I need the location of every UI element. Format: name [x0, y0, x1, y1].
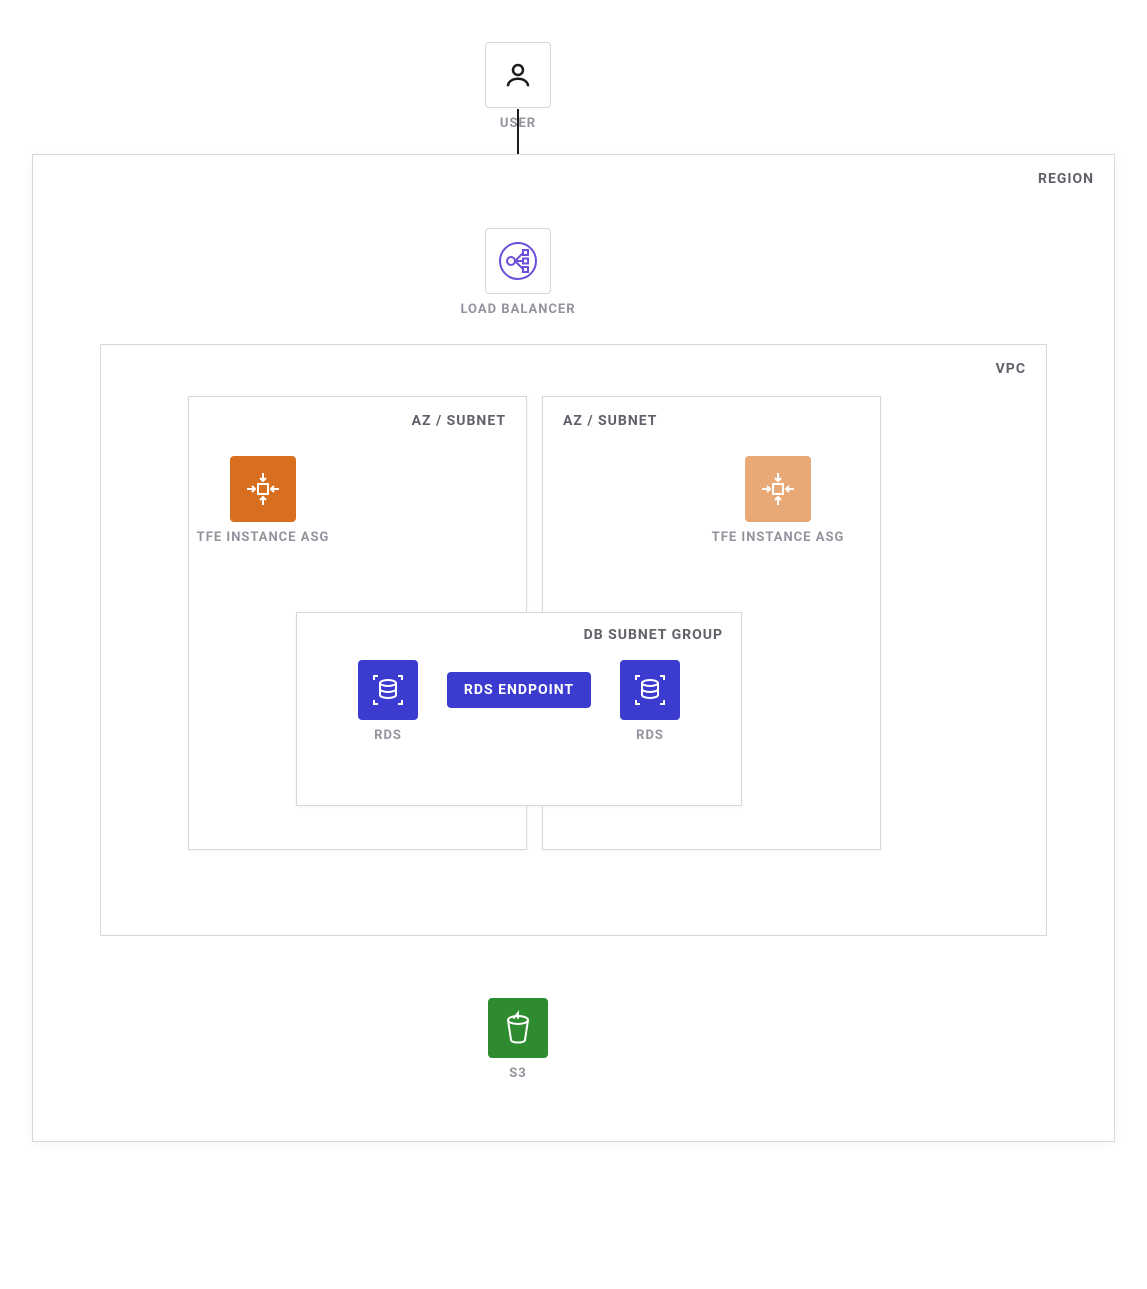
rds-icon — [620, 660, 680, 720]
region-label: REGION — [1038, 171, 1094, 187]
db-subnet-label: DB SUBNET GROUP — [584, 627, 723, 643]
user-icon — [485, 42, 551, 108]
vpc-label: VPC — [996, 361, 1026, 377]
user-label: USER — [485, 116, 551, 131]
load-balancer-node: LOAD BALANCER — [485, 228, 551, 317]
s3-bucket-icon — [488, 998, 548, 1058]
rds-left-node: RDS — [358, 660, 418, 743]
user-node: USER — [485, 42, 551, 131]
tfe-left-label: TFE INSTANCE ASG — [173, 530, 353, 545]
ec2-asg-icon — [230, 456, 296, 522]
rds-endpoint: RDS ENDPOINT — [447, 672, 591, 708]
az-right-label: AZ / SUBNET — [563, 413, 657, 429]
ec2-asg-icon-inactive — [745, 456, 811, 522]
rds-left-label: RDS — [358, 728, 418, 743]
architecture-diagram: REGION VPC AZ / SUBNET AZ / SUBNET DB SU… — [0, 0, 1147, 1289]
az-left-label: AZ / SUBNET — [412, 413, 506, 429]
s3-label: S3 — [488, 1066, 548, 1081]
rds-right-label: RDS — [620, 728, 680, 743]
tfe-right-label: TFE INSTANCE ASG — [688, 530, 868, 545]
tfe-instance-left: TFE INSTANCE ASG — [230, 456, 296, 545]
rds-icon — [358, 660, 418, 720]
s3-node: S3 — [488, 998, 548, 1081]
rds-endpoint-label: RDS ENDPOINT — [464, 682, 574, 698]
rds-right-node: RDS — [620, 660, 680, 743]
load-balancer-icon — [485, 228, 551, 294]
tfe-instance-right: TFE INSTANCE ASG — [745, 456, 811, 545]
load-balancer-label: LOAD BALANCER — [428, 302, 608, 317]
